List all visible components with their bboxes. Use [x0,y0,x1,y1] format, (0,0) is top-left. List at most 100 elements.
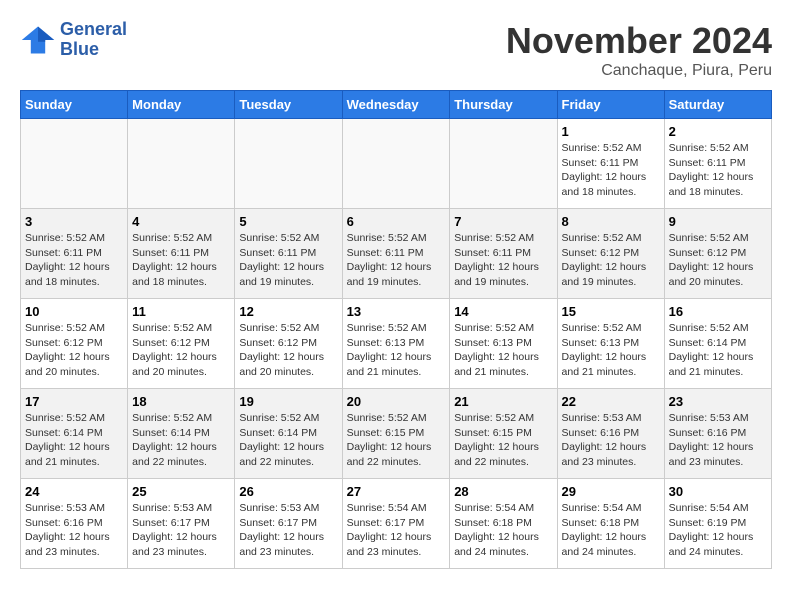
calendar-cell [450,119,557,209]
day-info: Sunrise: 5:52 AM Sunset: 6:11 PM Dayligh… [562,141,660,200]
day-info: Sunrise: 5:52 AM Sunset: 6:11 PM Dayligh… [239,231,337,290]
day-number: 28 [454,484,552,499]
day-info: Sunrise: 5:54 AM Sunset: 6:17 PM Dayligh… [347,501,446,560]
day-number: 16 [669,304,767,319]
calendar-cell: 18 Sunrise: 5:52 AM Sunset: 6:14 PM Dayli… [128,389,235,479]
calendar-cell: 11 Sunrise: 5:52 AM Sunset: 6:12 PM Dayli… [128,299,235,389]
day-number: 5 [239,214,337,229]
calendar-cell: 20 Sunrise: 5:52 AM Sunset: 6:15 PM Dayli… [342,389,450,479]
day-number: 14 [454,304,552,319]
calendar-week-row: 1 Sunrise: 5:52 AM Sunset: 6:11 PM Daylig… [21,119,772,209]
day-info: Sunrise: 5:54 AM Sunset: 6:19 PM Dayligh… [669,501,767,560]
day-number: 27 [347,484,446,499]
col-header-monday: Monday [128,91,235,119]
calendar-cell: 16Sunrise: 5:52 AM Sunset: 6:14 PM Dayli… [664,299,771,389]
calendar-cell: 24Sunrise: 5:53 AM Sunset: 6:16 PM Dayli… [21,479,128,569]
day-number: 9 [669,214,767,229]
calendar-cell: 15 Sunrise: 5:52 AM Sunset: 6:13 PM Dayli… [557,299,664,389]
page-header: General Blue November 2024 Canchaque, Pi… [20,20,772,80]
calendar-table: SundayMondayTuesdayWednesdayThursdayFrid… [20,90,772,569]
logo: General Blue [20,20,127,60]
day-info: Sunrise: 5:52 AM Sunset: 6:13 PM Dayligh… [347,321,446,380]
title-block: November 2024 Canchaque, Piura, Peru [506,20,772,80]
day-info: Sunrise: 5:52 AM Sunset: 6:15 PM Dayligh… [454,411,552,470]
calendar-cell: 4Sunrise: 5:52 AM Sunset: 6:11 PM Daylig… [128,209,235,299]
day-info: Sunrise: 5:53 AM Sunset: 6:16 PM Dayligh… [25,501,123,560]
calendar-cell [21,119,128,209]
calendar-cell: 2Sunrise: 5:52 AM Sunset: 6:11 PM Daylig… [664,119,771,209]
calendar-cell: 23 Sunrise: 5:53 AM Sunset: 6:16 PM Dayli… [664,389,771,479]
col-header-saturday: Saturday [664,91,771,119]
logo-icon [20,22,56,58]
calendar-week-row: 24Sunrise: 5:53 AM Sunset: 6:16 PM Dayli… [21,479,772,569]
calendar-cell: 3 Sunrise: 5:52 AM Sunset: 6:11 PM Daylig… [21,209,128,299]
day-number: 8 [562,214,660,229]
day-number: 13 [347,304,446,319]
day-number: 23 [669,394,767,409]
day-number: 11 [132,304,230,319]
day-info: Sunrise: 5:52 AM Sunset: 6:14 PM Dayligh… [132,411,230,470]
calendar-header-row: SundayMondayTuesdayWednesdayThursdayFrid… [21,91,772,119]
day-info: Sunrise: 5:52 AM Sunset: 6:12 PM Dayligh… [25,321,123,380]
day-info: Sunrise: 5:52 AM Sunset: 6:14 PM Dayligh… [239,411,337,470]
calendar-cell [235,119,342,209]
day-number: 6 [347,214,446,229]
calendar-cell: 30Sunrise: 5:54 AM Sunset: 6:19 PM Dayli… [664,479,771,569]
day-info: Sunrise: 5:53 AM Sunset: 6:17 PM Dayligh… [132,501,230,560]
day-info: Sunrise: 5:52 AM Sunset: 6:13 PM Dayligh… [562,321,660,380]
calendar-cell: 27 Sunrise: 5:54 AM Sunset: 6:17 PM Dayli… [342,479,450,569]
day-number: 20 [347,394,446,409]
col-header-sunday: Sunday [21,91,128,119]
day-info: Sunrise: 5:52 AM Sunset: 6:11 PM Dayligh… [347,231,446,290]
calendar-cell: 9 Sunrise: 5:52 AM Sunset: 6:12 PM Daylig… [664,209,771,299]
day-info: Sunrise: 5:52 AM Sunset: 6:14 PM Dayligh… [25,411,123,470]
col-header-thursday: Thursday [450,91,557,119]
day-number: 22 [562,394,660,409]
day-info: Sunrise: 5:54 AM Sunset: 6:18 PM Dayligh… [562,501,660,560]
calendar-cell: 21 Sunrise: 5:52 AM Sunset: 6:15 PM Dayli… [450,389,557,479]
calendar-cell: 8 Sunrise: 5:52 AM Sunset: 6:12 PM Daylig… [557,209,664,299]
day-number: 2 [669,124,767,139]
month-title: November 2024 [506,20,772,62]
day-number: 17 [25,394,123,409]
day-info: Sunrise: 5:52 AM Sunset: 6:11 PM Dayligh… [132,231,230,290]
calendar-week-row: 10Sunrise: 5:52 AM Sunset: 6:12 PM Dayli… [21,299,772,389]
day-info: Sunrise: 5:52 AM Sunset: 6:15 PM Dayligh… [347,411,446,470]
calendar-cell: 22 Sunrise: 5:53 AM Sunset: 6:16 PM Dayli… [557,389,664,479]
calendar-cell: 17 Sunrise: 5:52 AM Sunset: 6:14 PM Dayli… [21,389,128,479]
location: Canchaque, Piura, Peru [506,62,772,80]
day-number: 21 [454,394,552,409]
day-number: 3 [25,214,123,229]
calendar-cell: 12 Sunrise: 5:52 AM Sunset: 6:12 PM Dayli… [235,299,342,389]
day-number: 1 [562,124,660,139]
day-number: 26 [239,484,337,499]
day-info: Sunrise: 5:53 AM Sunset: 6:16 PM Dayligh… [669,411,767,470]
calendar-cell: 14 Sunrise: 5:52 AM Sunset: 6:13 PM Dayli… [450,299,557,389]
day-info: Sunrise: 5:53 AM Sunset: 6:16 PM Dayligh… [562,411,660,470]
calendar-cell: 13 Sunrise: 5:52 AM Sunset: 6:13 PM Dayli… [342,299,450,389]
day-info: Sunrise: 5:52 AM Sunset: 6:11 PM Dayligh… [454,231,552,290]
calendar-cell: 26Sunrise: 5:53 AM Sunset: 6:17 PM Dayli… [235,479,342,569]
calendar-week-row: 3 Sunrise: 5:52 AM Sunset: 6:11 PM Daylig… [21,209,772,299]
day-info: Sunrise: 5:52 AM Sunset: 6:12 PM Dayligh… [132,321,230,380]
calendar-cell: 19 Sunrise: 5:52 AM Sunset: 6:14 PM Dayli… [235,389,342,479]
calendar-cell: 7 Sunrise: 5:52 AM Sunset: 6:11 PM Daylig… [450,209,557,299]
day-info: Sunrise: 5:52 AM Sunset: 6:12 PM Dayligh… [239,321,337,380]
calendar-cell: 10Sunrise: 5:52 AM Sunset: 6:12 PM Dayli… [21,299,128,389]
day-info: Sunrise: 5:52 AM Sunset: 6:11 PM Dayligh… [25,231,123,290]
col-header-tuesday: Tuesday [235,91,342,119]
day-number: 7 [454,214,552,229]
calendar-week-row: 17 Sunrise: 5:52 AM Sunset: 6:14 PM Dayli… [21,389,772,479]
day-number: 25 [132,484,230,499]
calendar-cell: 6 Sunrise: 5:52 AM Sunset: 6:11 PM Daylig… [342,209,450,299]
day-info: Sunrise: 5:52 AM Sunset: 6:12 PM Dayligh… [562,231,660,290]
calendar-cell [342,119,450,209]
day-info: Sunrise: 5:52 AM Sunset: 6:13 PM Dayligh… [454,321,552,380]
day-number: 12 [239,304,337,319]
day-number: 15 [562,304,660,319]
calendar-cell [128,119,235,209]
day-info: Sunrise: 5:52 AM Sunset: 6:12 PM Dayligh… [669,231,767,290]
day-number: 19 [239,394,337,409]
col-header-wednesday: Wednesday [342,91,450,119]
day-number: 18 [132,394,230,409]
